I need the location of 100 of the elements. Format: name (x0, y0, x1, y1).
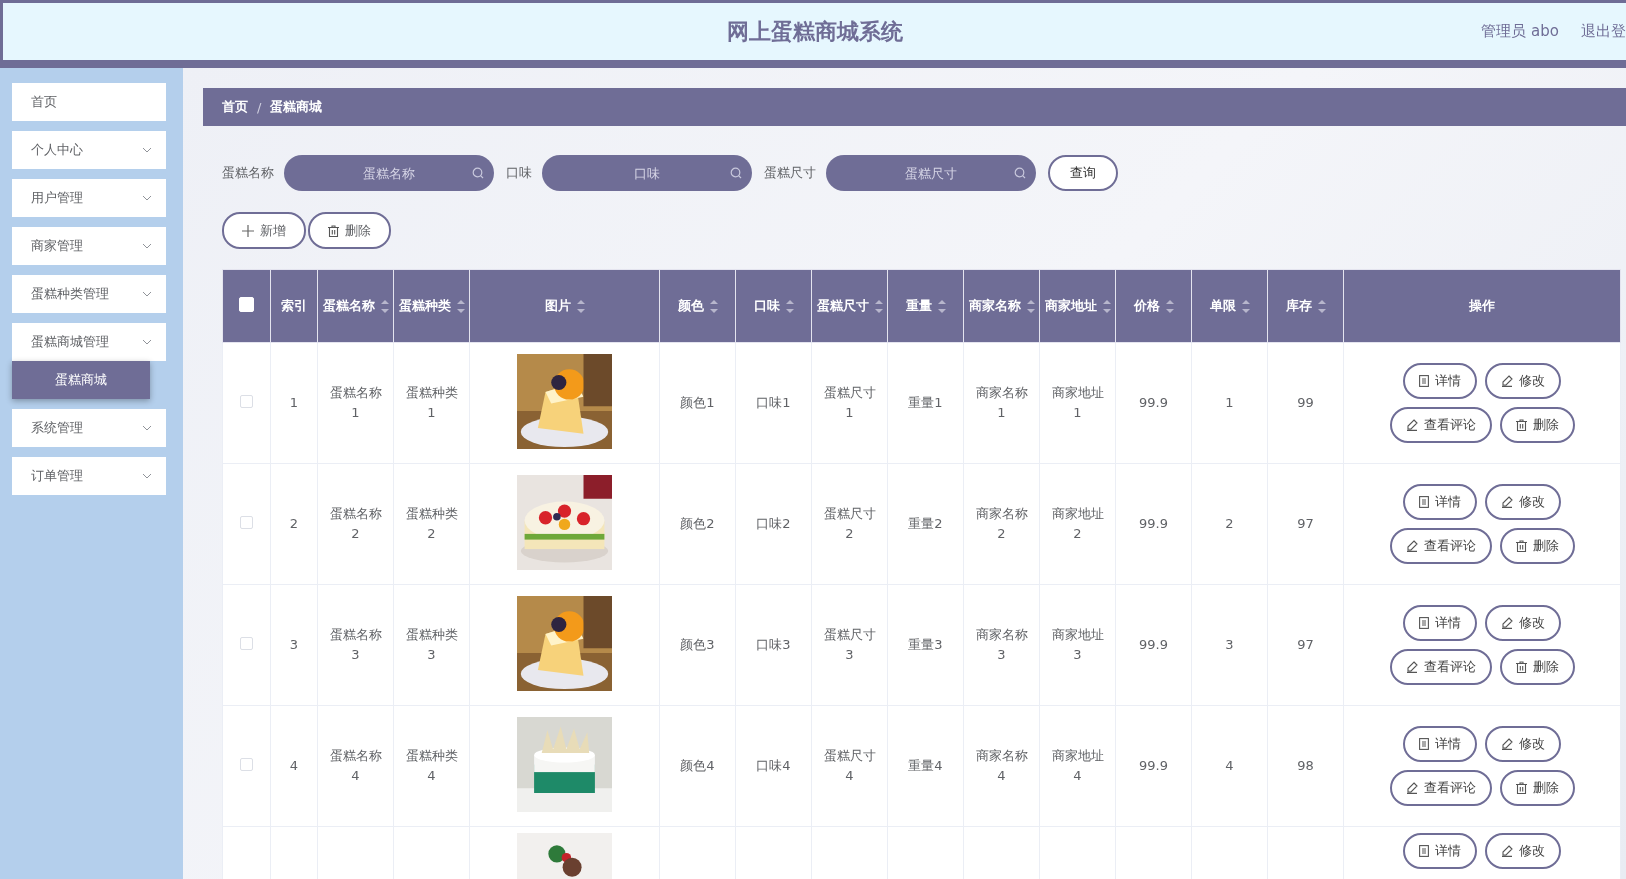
menu-item[interactable]: 订单管理 (12, 457, 166, 495)
table-cell-text: 颜色1 (680, 394, 715, 412)
edit-button[interactable]: 修改 (1485, 363, 1561, 399)
document-icon (1419, 496, 1429, 508)
menu-item[interactable]: 蛋糕种类管理 (12, 275, 166, 313)
table-cell-text: 99.9 (1139, 636, 1168, 654)
table-cell-text: 99.9 (1139, 394, 1168, 412)
logout-link[interactable]: 退出登 (1581, 22, 1626, 41)
table-cell-text: 口味3 (756, 636, 791, 654)
table-cell-text: 1 (289, 394, 299, 412)
row-checkbox[interactable] (240, 516, 253, 529)
column-header[interactable]: 蛋糕名称 (322, 297, 375, 315)
edit-button[interactable]: 修改 (1485, 726, 1561, 762)
submenu-item[interactable]: 蛋糕商城 (12, 361, 150, 399)
search-icon (1014, 167, 1026, 179)
detail-button[interactable]: 详情 (1403, 363, 1477, 399)
edit-button[interactable]: 查看评论 (1389, 770, 1492, 806)
detail-button[interactable]: 详情 (1403, 833, 1477, 869)
detail-button[interactable]: 详情 (1403, 605, 1477, 641)
delete-button[interactable]: 删除 (1499, 528, 1575, 564)
table-cell-text: 4 (1225, 757, 1234, 775)
table-cell-text: 蛋糕名称4 (328, 747, 383, 785)
sort-icon (380, 299, 389, 313)
table-cell-text: 4 (289, 757, 299, 775)
menu-item[interactable]: 个人中心 (12, 131, 166, 169)
search-icon (472, 167, 484, 179)
column-header[interactable]: 价格 (1133, 297, 1160, 315)
chevron-down-icon (142, 243, 152, 249)
delete-button[interactable]: 删除 (1499, 649, 1575, 685)
column-header[interactable]: 蛋糕尺寸 (816, 297, 869, 315)
column-header[interactable]: 颜色 (677, 297, 704, 315)
row-checkbox[interactable] (240, 637, 253, 650)
column-header[interactable]: 索引 (281, 297, 307, 315)
sort-icon (937, 299, 946, 313)
pencil-icon (1405, 782, 1418, 794)
field-label: 蛋糕名称 (222, 164, 274, 182)
table-cell-text: 颜色4 (680, 757, 715, 775)
table-cell-text: 重量3 (908, 636, 943, 654)
edit-button[interactable]: 修改 (1485, 833, 1561, 869)
table-cell-text: 2 (1225, 515, 1234, 533)
column-header[interactable]: 操作 (1469, 297, 1495, 315)
menu-item[interactable]: 首页 (12, 83, 166, 121)
table-cell-text: 3 (1225, 636, 1234, 654)
pencil-icon (1501, 845, 1513, 857)
sort-icon (576, 299, 585, 313)
table-cell-text: 蛋糕尺寸3 (822, 626, 877, 664)
column-header[interactable]: 重量 (905, 297, 932, 315)
field-label: 口味 (506, 164, 532, 182)
column-header[interactable]: 图片 (544, 297, 571, 315)
delete-button[interactable]: 删除 (1499, 407, 1575, 443)
trash-icon (328, 224, 339, 237)
search-field[interactable]: 口味 (542, 155, 752, 191)
table-cell-text: 3 (289, 636, 299, 654)
edit-button[interactable]: 修改 (1485, 484, 1561, 520)
column-header[interactable]: 单限 (1209, 297, 1236, 315)
sort-icon (1241, 299, 1250, 313)
detail-button[interactable]: 详情 (1403, 484, 1477, 520)
field-label: 蛋糕尺寸 (764, 164, 816, 182)
edit-button[interactable]: 查看评论 (1389, 528, 1492, 564)
pencil-icon (1405, 540, 1418, 552)
query-button[interactable]: 查询 (1048, 155, 1118, 191)
table-cell-text: 蛋糕种类3 (404, 626, 459, 664)
document-icon (1419, 845, 1429, 857)
table-cell-text: 重量1 (908, 394, 943, 412)
document-icon (1419, 617, 1429, 629)
edit-button[interactable]: 查看评论 (1389, 649, 1492, 685)
breadcrumb-link[interactable]: 蛋糕商城 (270, 98, 323, 116)
search-field[interactable]: 蛋糕尺寸 (826, 155, 1036, 191)
row-checkbox[interactable] (240, 758, 253, 771)
pencil-icon (1501, 375, 1513, 387)
column-header[interactable]: 商家名称 (968, 297, 1021, 315)
detail-button[interactable]: 详情 (1403, 726, 1477, 762)
column-header[interactable]: 蛋糕种类 (398, 297, 451, 315)
delete-button[interactable]: 删除 (1499, 770, 1575, 806)
add-button[interactable]: 新增 (222, 212, 306, 249)
search-field[interactable]: 蛋糕名称 (284, 155, 494, 191)
sort-icon (1026, 299, 1035, 313)
delete-button[interactable]: 删除 (308, 212, 391, 249)
sort-icon (709, 299, 718, 313)
menu-item[interactable]: 商家管理 (12, 227, 166, 265)
table-cell-text: 97 (1297, 515, 1314, 533)
table-cell-text: 口味2 (756, 515, 791, 533)
row-checkbox[interactable] (240, 395, 253, 408)
menu-item[interactable]: 用户管理 (12, 179, 166, 217)
column-header[interactable]: 商家地址 (1044, 297, 1097, 315)
column-header[interactable]: 口味 (753, 297, 780, 315)
menu-item[interactable]: 系统管理 (12, 409, 166, 447)
menu-item[interactable]: 蛋糕商城管理 (12, 323, 166, 361)
edit-button[interactable]: 查看评论 (1389, 407, 1492, 443)
column-header[interactable]: 库存 (1285, 297, 1312, 315)
plus-icon (242, 224, 254, 237)
table-cell-text: 99.9 (1139, 515, 1168, 533)
breadcrumb-link[interactable]: 首页 (222, 98, 248, 116)
table-cell-text: 蛋糕种类4 (404, 747, 459, 785)
sort-icon (874, 299, 883, 313)
edit-button[interactable]: 修改 (1485, 605, 1561, 641)
pencil-icon (1405, 661, 1418, 673)
site-title: 网上蛋糕商城系统 (726, 18, 903, 46)
select-all-checkbox[interactable] (239, 297, 254, 312)
table-cell-text: 蛋糕尺寸4 (822, 747, 877, 785)
